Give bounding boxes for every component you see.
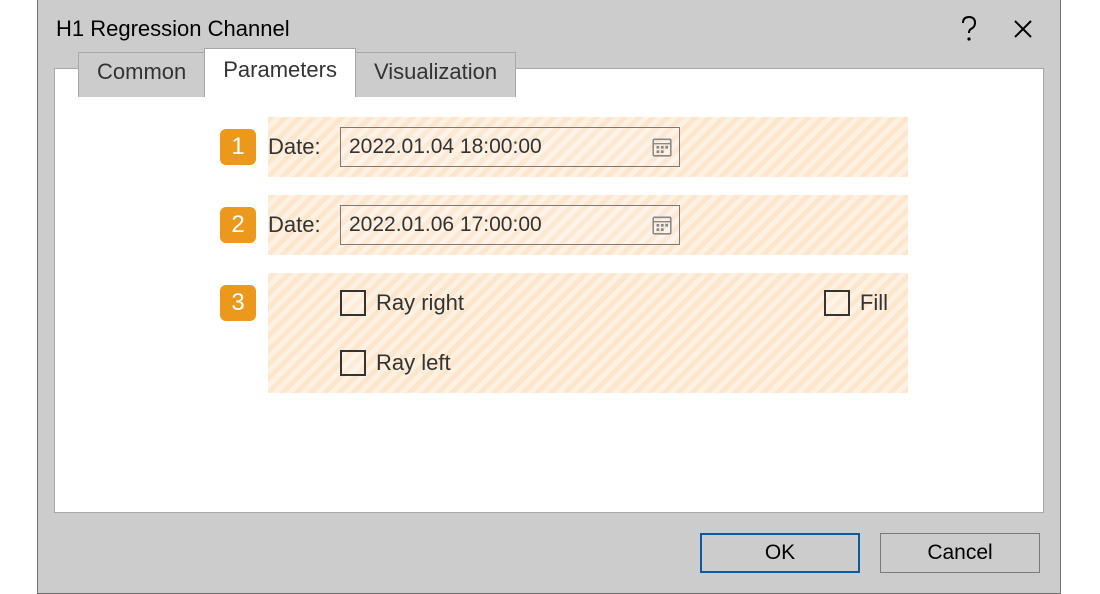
window-title: H1 Regression Channel	[56, 16, 942, 42]
badge-2: 2	[220, 207, 256, 243]
checkbox-ray-right[interactable]	[340, 290, 366, 316]
label-date-2: Date:	[268, 212, 340, 238]
tab-common[interactable]: Common	[78, 52, 205, 97]
tab-bar: Common Parameters Visualization	[78, 48, 515, 93]
calendar-icon[interactable]	[651, 214, 673, 236]
label-ray-right: Ray right	[376, 290, 464, 316]
date-field-1[interactable]: 2022.01.04 18:00:00	[340, 127, 680, 167]
tab-parameters[interactable]: Parameters	[204, 48, 356, 94]
param-row-1: 1 Date: 2022.01.04 18:00:00	[268, 117, 908, 177]
help-button[interactable]	[942, 7, 996, 51]
checkbox-fill[interactable]	[824, 290, 850, 316]
dialog-window: H1 Regression Channel Common Parameters …	[37, 0, 1061, 594]
content-panel: 1 Date: 2022.01.04 18:00:00	[54, 68, 1044, 513]
param-row-3b: Ray left	[268, 333, 908, 393]
ok-button[interactable]: OK	[700, 533, 860, 573]
date-value-2: 2022.01.06 17:00:00	[349, 213, 651, 237]
label-date-1: Date:	[268, 134, 340, 160]
cancel-button[interactable]: Cancel	[880, 533, 1040, 573]
label-ray-left: Ray left	[376, 350, 451, 376]
param-row-2: 2 Date: 2022.01.06 17:00:00	[268, 195, 908, 255]
date-value-1: 2022.01.04 18:00:00	[349, 135, 651, 159]
badge-3: 3	[220, 285, 256, 321]
checkbox-ray-left[interactable]	[340, 350, 366, 376]
badge-1: 1	[220, 129, 256, 165]
calendar-icon[interactable]	[651, 136, 673, 158]
tab-visualization[interactable]: Visualization	[355, 52, 516, 97]
param-row-3a: 3 Ray right Fill	[268, 273, 908, 333]
date-field-2[interactable]: 2022.01.06 17:00:00	[340, 205, 680, 245]
label-fill: Fill	[860, 290, 888, 316]
help-icon	[961, 15, 977, 43]
close-icon	[1012, 18, 1034, 40]
close-button[interactable]	[996, 7, 1050, 51]
dialog-buttons: OK Cancel	[700, 533, 1040, 573]
